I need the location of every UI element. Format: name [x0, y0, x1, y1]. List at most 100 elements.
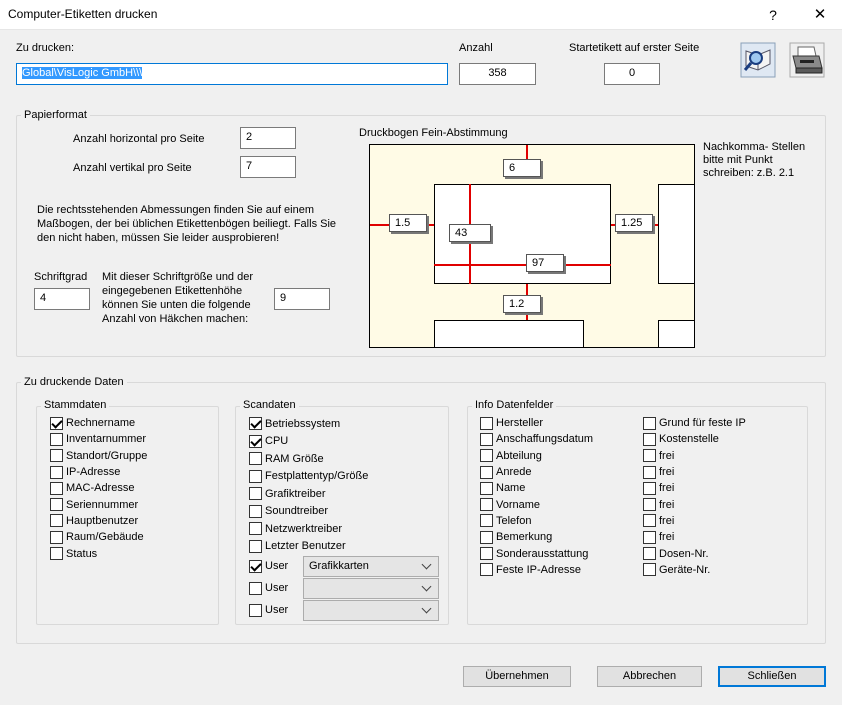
checkbox[interactable] — [249, 504, 262, 518]
checkbox-row[interactable]: IP-Adresse — [50, 464, 147, 480]
checkbox-row[interactable]: Grund für feste IP — [643, 415, 746, 431]
checkbox[interactable] — [643, 498, 656, 512]
fine-height-field[interactable]: 97 — [526, 254, 564, 272]
close-button[interactable]: Schließen — [718, 666, 826, 687]
checkbox-row[interactable]: RAM Größe — [249, 450, 368, 468]
checkbox[interactable] — [50, 547, 63, 561]
checkbox[interactable] — [480, 449, 493, 463]
checkbox-row[interactable]: Bemerkung — [480, 529, 593, 545]
user-field-combo[interactable] — [303, 577, 439, 599]
vertical-field[interactable]: 7 — [240, 156, 296, 178]
checkbox-row[interactable]: Grafiktreiber — [249, 485, 368, 503]
hooks-count-field[interactable]: 9 — [274, 288, 330, 310]
fine-left-field[interactable]: 1.5 — [389, 214, 427, 232]
to-print-input[interactable]: Global\VisLogic GmbH\\\ — [16, 63, 448, 85]
checkbox[interactable] — [50, 449, 63, 463]
apply-button[interactable]: Übernehmen — [463, 666, 571, 687]
checkbox-row[interactable]: Vorname — [480, 496, 593, 512]
checkbox-row[interactable]: MAC-Adresse — [50, 480, 147, 496]
checkbox[interactable] — [643, 547, 656, 561]
fine-gap-field[interactable]: 1.2 — [503, 295, 541, 313]
checkbox[interactable] — [249, 539, 262, 553]
checkbox[interactable] — [50, 514, 63, 528]
checkbox-row[interactable]: Anrede — [480, 464, 593, 480]
user-field-combo[interactable] — [303, 599, 439, 621]
checkbox[interactable] — [643, 514, 656, 528]
checkbox-row[interactable]: Soundtreiber — [249, 503, 368, 521]
checkbox-row[interactable]: Telefon — [480, 513, 593, 529]
checkbox-row[interactable]: Anschaffungsdatum — [480, 431, 593, 447]
checkbox[interactable] — [50, 465, 63, 479]
checkbox[interactable] — [249, 487, 262, 501]
checkbox[interactable] — [50, 432, 63, 446]
cancel-button[interactable]: Abbrechen — [597, 666, 702, 687]
checkbox[interactable] — [480, 465, 493, 479]
checkbox[interactable] — [249, 559, 262, 573]
checkbox-row[interactable]: Abteilung — [480, 448, 593, 464]
checkbox[interactable] — [50, 498, 63, 512]
checkbox-row[interactable]: Letzter Benutzer — [249, 538, 368, 556]
checkbox-row[interactable]: frei — [643, 529, 746, 545]
checkbox[interactable] — [50, 530, 63, 544]
checkbox-row[interactable]: Sonderausstattung — [480, 545, 593, 561]
checkbox-row[interactable]: User — [249, 555, 303, 577]
checkbox[interactable] — [480, 530, 493, 544]
help-button[interactable]: ? — [756, 0, 790, 30]
checkbox-row[interactable]: Raum/Gebäude — [50, 529, 147, 545]
checkbox-row[interactable]: Hersteller — [480, 415, 593, 431]
checkbox[interactable] — [249, 522, 262, 536]
horizontal-field[interactable]: 2 — [240, 127, 296, 149]
checkbox-row[interactable]: frei — [643, 448, 746, 464]
checkbox[interactable] — [249, 452, 262, 466]
checkbox[interactable] — [249, 417, 262, 431]
print-button[interactable] — [789, 42, 825, 78]
checkbox-row[interactable]: Status — [50, 545, 147, 561]
print-preview-button[interactable] — [740, 42, 776, 78]
checkbox[interactable] — [643, 432, 656, 446]
checkbox[interactable] — [480, 514, 493, 528]
checkbox-row[interactable]: Netzwerktreiber — [249, 520, 368, 538]
checkbox-row[interactable]: frei — [643, 480, 746, 496]
checkbox-row[interactable]: Hauptbenutzer — [50, 513, 147, 529]
checkbox-row[interactable]: CPU — [249, 433, 368, 451]
checkbox-row[interactable]: Inventarnummer — [50, 431, 147, 447]
checkbox-row[interactable]: frei — [643, 496, 746, 512]
checkbox[interactable] — [480, 432, 493, 446]
checkbox-row[interactable]: Rechnername — [50, 415, 147, 431]
fine-top-field[interactable]: 6 — [503, 159, 541, 177]
checkbox[interactable] — [643, 563, 656, 577]
count-field[interactable]: 358 — [459, 63, 536, 85]
checkbox-row[interactable]: Feste IP-Adresse — [480, 562, 593, 578]
checkbox-row[interactable]: Geräte-Nr. — [643, 562, 746, 578]
checkbox[interactable] — [249, 603, 262, 617]
checkbox[interactable] — [643, 416, 656, 430]
checkbox-row[interactable]: Name — [480, 480, 593, 496]
checkbox-row[interactable]: Seriennummer — [50, 496, 147, 512]
checkbox[interactable] — [643, 530, 656, 544]
fine-width-field[interactable]: 43 — [449, 224, 491, 242]
checkbox-row[interactable]: frei — [643, 513, 746, 529]
checkbox-row[interactable]: frei — [643, 464, 746, 480]
checkbox-row[interactable]: Dosen-Nr. — [643, 545, 746, 561]
user-field-combo[interactable]: Grafikkarten — [303, 555, 439, 577]
checkbox-row[interactable]: Standort/Gruppe — [50, 448, 147, 464]
checkbox[interactable] — [480, 498, 493, 512]
checkbox[interactable] — [643, 465, 656, 479]
checkbox[interactable] — [480, 416, 493, 430]
checkbox[interactable] — [249, 434, 262, 448]
checkbox[interactable] — [50, 481, 63, 495]
checkbox-row[interactable]: Kostenstelle — [643, 431, 746, 447]
start-label-field[interactable]: 0 — [604, 63, 660, 85]
checkbox[interactable] — [249, 581, 262, 595]
checkbox-row[interactable]: User — [249, 599, 303, 621]
checkbox-row[interactable]: User — [249, 577, 303, 599]
checkbox[interactable] — [480, 547, 493, 561]
checkbox[interactable] — [50, 416, 63, 430]
checkbox[interactable] — [643, 481, 656, 495]
checkbox-row[interactable]: Festplattentyp/Größe — [249, 468, 368, 486]
checkbox[interactable] — [643, 449, 656, 463]
fine-right-field[interactable]: 1.25 — [615, 214, 653, 232]
font-size-field[interactable]: 4 — [34, 288, 90, 310]
checkbox[interactable] — [249, 469, 262, 483]
checkbox-row[interactable]: Betriebssystem — [249, 415, 368, 433]
